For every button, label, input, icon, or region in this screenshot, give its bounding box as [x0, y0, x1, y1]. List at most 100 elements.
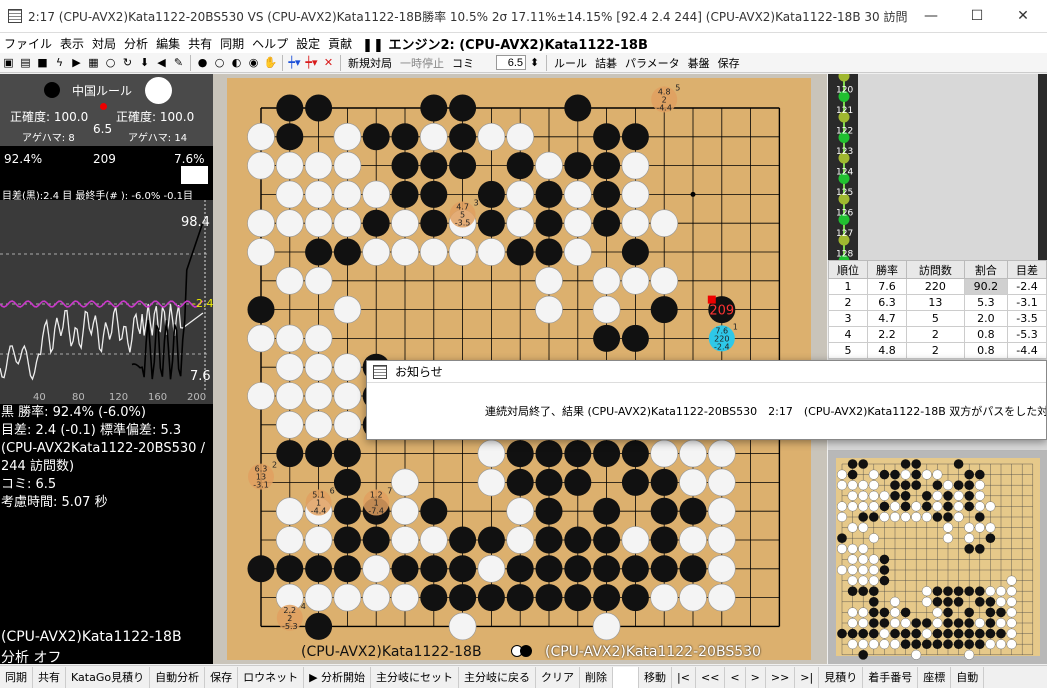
hand-icon[interactable]: ✋ [262, 55, 279, 71]
menu-help[interactable]: ヘルプ [248, 35, 292, 52]
bottom-button-5[interactable]: ロウネット [238, 666, 305, 688]
menu-file[interactable]: ファイル [0, 35, 56, 52]
table-row[interactable]: 4 2.2 2 0.8 -5.3 [827, 326, 1047, 343]
circle-icon[interactable]: ○ [102, 55, 119, 71]
red-marker-icon[interactable]: ┿▾ [303, 55, 320, 71]
black-stone-icon[interactable]: ● [194, 55, 211, 71]
open-icon[interactable]: ▣ [0, 55, 17, 71]
dialog-icon [373, 364, 387, 379]
bottom-button-0[interactable]: 同期 [0, 666, 33, 688]
menu-sync[interactable]: 同期 [216, 35, 248, 52]
white-stone-icon[interactable]: ○ [211, 55, 228, 71]
bottom-button-10[interactable]: 削除 [580, 666, 614, 688]
mini-black-stone [985, 618, 996, 628]
minimize-button[interactable]: — [908, 0, 954, 33]
bottom-button-6[interactable]: ▶ 分析開始 [304, 666, 372, 688]
bottom-button-7[interactable]: 主分岐にセット [371, 666, 460, 688]
col-rank[interactable]: 順位 [827, 260, 869, 279]
bottom-button-22[interactable]: 自動 [951, 666, 985, 688]
folder-icon[interactable]: ▤ [17, 55, 34, 71]
candidate-value: -7.4 [368, 507, 384, 516]
tsumego-button[interactable]: 詰碁 [591, 55, 621, 71]
bottom-button-2[interactable]: KataGo見積り [66, 666, 151, 688]
flash-icon[interactable]: ϟ [51, 55, 68, 71]
bottom-button-19[interactable]: 見積り [819, 666, 864, 688]
delete-marker-icon[interactable]: ✕ [320, 55, 337, 71]
mini-black-stone [953, 586, 964, 596]
table-row[interactable]: 2 6.3 13 5.3 -3.1 [827, 294, 1047, 311]
bottom-button-9[interactable]: クリア [536, 666, 581, 688]
tree-move-number: 121 [836, 106, 853, 116]
mini-black-stone [858, 628, 868, 639]
col-ratio[interactable]: 割合 [963, 260, 1008, 279]
move-tree-graph[interactable]: 119 120 121 122 123 124 125 126 127 128 [828, 65, 1047, 266]
mini-board[interactable] [828, 450, 1047, 664]
menu-view[interactable]: 表示 [56, 35, 88, 52]
mini-white-stone [836, 480, 848, 491]
back-icon[interactable]: ◀ [153, 55, 170, 71]
bottom-button-21[interactable]: 座標 [918, 666, 952, 688]
gray-stone-icon[interactable]: ◉ [245, 55, 262, 71]
menu-share[interactable]: 共有 [184, 35, 216, 52]
rule-button[interactable]: ルール [550, 55, 591, 71]
bottom-button-3[interactable]: 自動分析 [150, 666, 206, 688]
mini-white-stone [995, 596, 1006, 607]
menu-game[interactable]: 対局 [88, 35, 120, 52]
bottom-button-11[interactable] [613, 666, 640, 688]
close-button[interactable]: ✕ [1000, 0, 1046, 33]
menu-edit[interactable]: 編集 [152, 35, 184, 52]
black-stone [564, 468, 592, 496]
refresh-icon[interactable]: ↻ [119, 55, 136, 71]
maximize-button[interactable]: ☐ [954, 0, 1000, 33]
bottom-button-14[interactable]: << [696, 666, 726, 688]
play-icon[interactable]: ▶ [68, 55, 85, 71]
black-stone [449, 555, 477, 583]
col-score[interactable]: 目差 [1006, 260, 1047, 279]
mini-black-stone [900, 459, 911, 469]
alternate-stone-icon[interactable]: ◐ [228, 55, 245, 71]
mini-black-stone [975, 469, 985, 480]
bottom-button-13[interactable]: |< [672, 666, 696, 688]
komi-input[interactable] [496, 55, 526, 70]
bottom-button-4[interactable]: 保存 [205, 666, 239, 688]
col-winrate[interactable]: 勝率 [867, 260, 908, 279]
grid-icon[interactable]: ▦ [85, 55, 102, 71]
table-row[interactable]: 3 4.7 5 2.0 -3.5 [827, 310, 1047, 327]
pencil-icon[interactable]: ✎ [170, 55, 187, 71]
dialog-body: 連続対局終了、結果 (CPU-AVX2)Kata1122-20BS530 2:1… [367, 383, 1046, 439]
mini-white-stone [900, 512, 911, 523]
menu-settings[interactable]: 設定 [292, 35, 324, 52]
turn-marker [100, 103, 107, 110]
bottom-button-20[interactable]: 着手番号 [863, 666, 919, 688]
table-cell: -2.4 [1006, 278, 1047, 295]
new-game-button[interactable]: 新規対局 [344, 55, 396, 71]
black-stone [650, 526, 678, 554]
white-stone [563, 209, 592, 237]
white-stone [333, 583, 362, 612]
candidate-table: 順位 勝率 訪問数 割合 目差 1 7.6 220 90.2 -2.4 2 6.3 13 5.3… [827, 260, 1047, 359]
analysis-status[interactable]: 分析 オフ [1, 647, 61, 667]
board-button[interactable]: 碁盤 [684, 55, 714, 71]
bottom-button-1[interactable]: 共有 [33, 666, 66, 688]
bottom-button-18[interactable]: >| [795, 666, 820, 688]
parameters-button[interactable]: パラメータ [621, 55, 684, 71]
pause-button[interactable]: 一時停止 [396, 55, 448, 71]
table-row[interactable]: 5 4.8 2 0.8 -4.4 [827, 342, 1047, 359]
menu-analysis[interactable]: 分析 [120, 35, 152, 52]
bottom-button-17[interactable]: >> [766, 666, 796, 688]
bottom-button-15[interactable]: < [725, 666, 746, 688]
spin-icon[interactable]: ⬍ [526, 55, 543, 71]
bottom-button-12[interactable]: 移動 [639, 666, 673, 688]
save-icon[interactable]: ■ [34, 55, 51, 71]
table-row[interactable]: 1 7.6 220 90.2 -2.4 [827, 278, 1047, 295]
mini-black-stone [964, 607, 974, 618]
bottom-button-16[interactable]: > [746, 666, 766, 688]
bottom-button-8[interactable]: 主分岐に戻る [459, 666, 537, 688]
download-icon[interactable]: ⬇ [136, 55, 153, 71]
blue-marker-icon[interactable]: ┿▾ [286, 55, 303, 71]
mini-white-stone [868, 575, 879, 586]
save-button[interactable]: 保存 [714, 55, 744, 71]
menu-contribute[interactable]: 貢献 [324, 35, 356, 52]
mini-white-stone [985, 639, 996, 650]
col-visits[interactable]: 訪問数 [906, 260, 965, 279]
